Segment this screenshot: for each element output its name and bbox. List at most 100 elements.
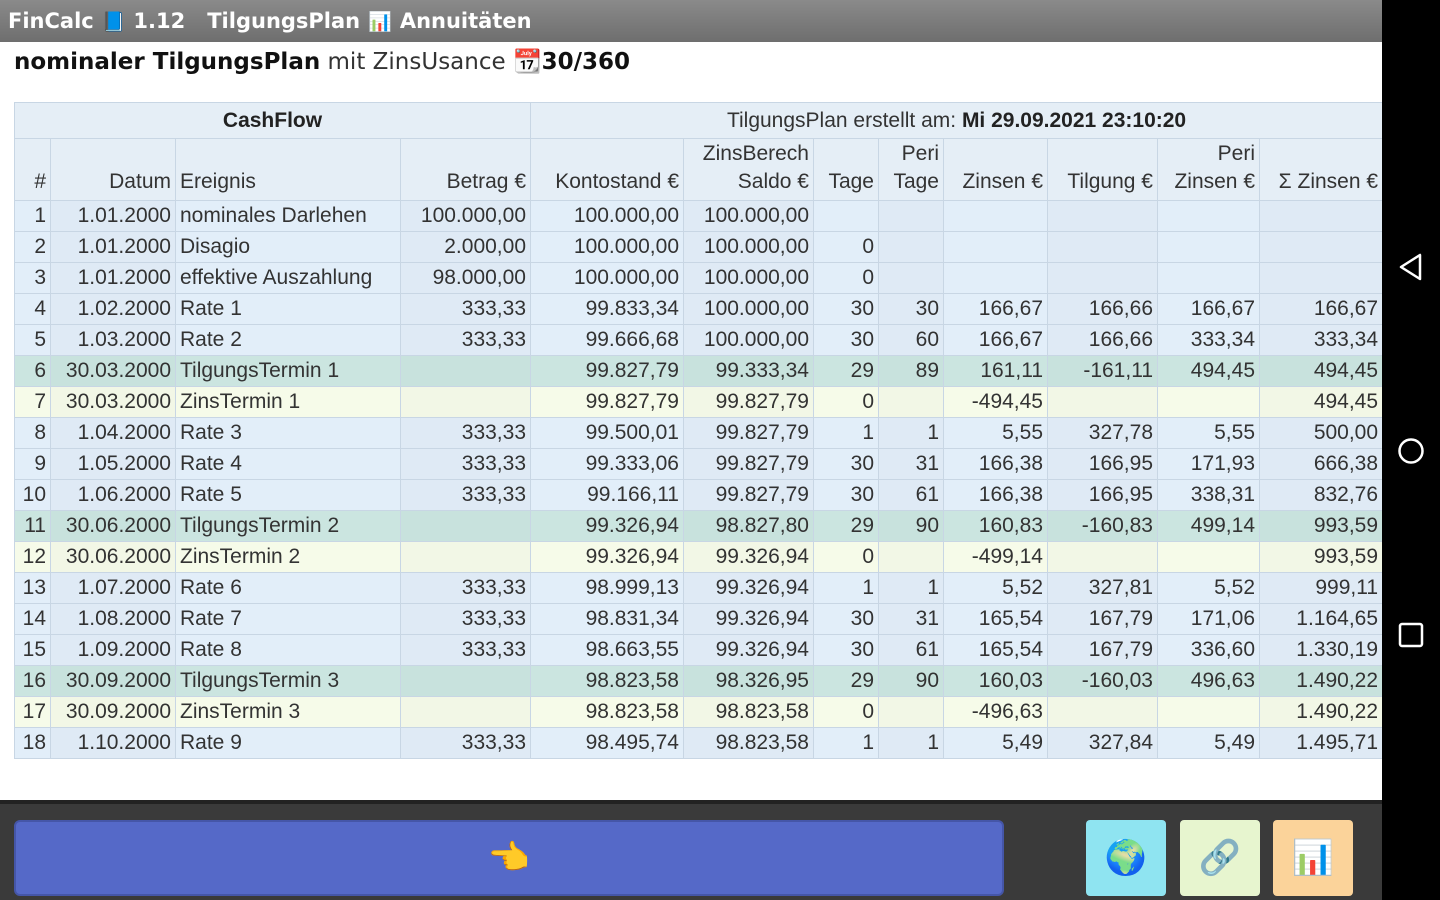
row-date: 30.06.2000	[50, 510, 176, 542]
row-balance: 99.326,94	[530, 510, 684, 542]
table-row[interactable]: 11 30.06.2000 TilgungsTermin 2 99.326,94 98.…	[14, 510, 1382, 542]
row-interest-sum: 1.490,22	[1258, 665, 1382, 697]
row-interest: 165,54	[943, 634, 1048, 666]
table-row[interactable]: 8 1.04.2000 Rate 3 333,33 99.500,01 99.827,79…	[14, 417, 1382, 449]
row-balance: 99.166,11	[530, 479, 684, 511]
row-index: 12	[14, 541, 51, 573]
row-interest-saldo: 100.000,00	[683, 293, 814, 325]
row-balance: 98.823,58	[530, 696, 684, 728]
row-date: 1.07.2000	[50, 572, 176, 604]
table-row[interactable]: 18 1.10.2000 Rate 9 333,33 98.495,74 98.823,5…	[14, 727, 1382, 759]
amortization-table-container[interactable]: CashFlow TilgungsPlan erstellt am: Mi 29…	[14, 102, 1382, 800]
row-interest: 5,55	[943, 417, 1048, 449]
row-period-interest	[1157, 386, 1260, 418]
row-period-days	[878, 696, 944, 728]
table-row[interactable]: 1 1.01.2000 nominales Darlehen 100.000,00 10…	[14, 200, 1382, 232]
col-header-balance: Kontostand €	[530, 138, 684, 201]
home-circle-icon[interactable]	[1396, 436, 1426, 466]
row-period-interest	[1157, 541, 1260, 573]
row-date: 1.10.2000	[50, 727, 176, 759]
row-period-interest	[1157, 262, 1260, 294]
chart-button[interactable]: 📊	[1273, 820, 1353, 896]
row-date: 30.09.2000	[50, 696, 176, 728]
created-group-header: TilgungsPlan erstellt am: Mi 29.09.2021 …	[529, 102, 1382, 139]
row-period-interest	[1157, 200, 1260, 232]
row-interest-sum: 166,67	[1258, 293, 1382, 325]
row-repayment	[1047, 200, 1158, 232]
page-heading: nominaler TilgungsPlan mit ZinsUsance 📆3…	[14, 48, 630, 84]
row-interest	[943, 231, 1048, 263]
row-date: 1.08.2000	[50, 603, 176, 635]
row-index: 3	[14, 262, 51, 294]
table-row[interactable]: 5 1.03.2000 Rate 2 333,33 99.666,68 100.000,0…	[14, 324, 1382, 356]
link-button[interactable]: 🔗	[1180, 820, 1260, 896]
table-row[interactable]: 6 30.03.2000 TilgungsTermin 1 99.827,79 99.3…	[14, 355, 1382, 387]
title-bar: FinCalc 📘 1.12 TilgungsPlan 📊 Annuitäten	[0, 0, 1382, 42]
row-interest-saldo: 100.000,00	[683, 200, 814, 232]
row-repayment	[1047, 262, 1158, 294]
row-amount: 2.000,00	[400, 231, 531, 263]
row-period-days	[878, 200, 944, 232]
row-period-days	[878, 231, 944, 263]
row-event: Disagio	[175, 231, 401, 263]
row-index: 1	[14, 200, 51, 232]
recents-square-icon[interactable]	[1396, 620, 1426, 650]
row-days: 29	[813, 665, 879, 697]
row-days	[813, 200, 879, 232]
col-header-period-interest: Peri Zinsen €	[1157, 138, 1260, 201]
globe-button[interactable]: 🌍	[1086, 820, 1166, 896]
table-row[interactable]: 15 1.09.2000 Rate 8 333,33 98.663,55 99.326,9…	[14, 634, 1382, 666]
row-period-days: 31	[878, 603, 944, 635]
table-row[interactable]: 17 30.09.2000 ZinsTermin 3 98.823,58 98.823,…	[14, 696, 1382, 728]
row-date: 1.01.2000	[50, 231, 176, 263]
back-pointer-button[interactable]: 👈	[14, 820, 1004, 896]
table-row[interactable]: 10 1.06.2000 Rate 5 333,33 99.166,11 99.827,7…	[14, 479, 1382, 511]
pointing-hand-icon: 👈	[487, 838, 531, 878]
row-interest-saldo: 100.000,00	[683, 231, 814, 263]
row-interest-sum: 1.164,65	[1258, 603, 1382, 635]
heading-usance: 30/360	[541, 49, 631, 75]
row-interest-sum: 494,45	[1258, 355, 1382, 387]
heading-bold: nominaler TilgungsPlan	[14, 49, 321, 75]
row-date: 30.03.2000	[50, 386, 176, 418]
col-header-interest: Zinsen €	[943, 138, 1048, 201]
table-row[interactable]: 16 30.09.2000 TilgungsTermin 3 98.823,58 98.…	[14, 665, 1382, 697]
row-event: Rate 9	[175, 727, 401, 759]
row-interest-saldo: 100.000,00	[683, 324, 814, 356]
row-period-days	[878, 541, 944, 573]
table-row[interactable]: 4 1.02.2000 Rate 1 333,33 99.833,34 100.000,0…	[14, 293, 1382, 325]
col-header-repayment: Tilgung €	[1047, 138, 1158, 201]
amortization-table: CashFlow TilgungsPlan erstellt am: Mi 29…	[14, 102, 1382, 759]
table-row[interactable]: 12 30.06.2000 ZinsTermin 2 99.326,94 99.326,…	[14, 541, 1382, 573]
table-row[interactable]: 7 30.03.2000 ZinsTermin 1 99.827,79 99.827,7…	[14, 386, 1382, 418]
mode-title: Annuitäten	[399, 9, 532, 33]
row-repayment: 327,78	[1047, 417, 1158, 449]
table-row[interactable]: 13 1.07.2000 Rate 6 333,33 98.999,13 99.326,9…	[14, 572, 1382, 604]
row-interest: 166,38	[943, 479, 1048, 511]
row-period-days: 30	[878, 293, 944, 325]
table-row[interactable]: 2 1.01.2000 Disagio 2.000,00 100.000,00 100.0…	[14, 231, 1382, 263]
row-period-interest: 499,14	[1157, 510, 1260, 542]
table-row[interactable]: 14 1.08.2000 Rate 7 333,33 98.831,34 99.326,9…	[14, 603, 1382, 635]
row-interest-sum: 1.490,22	[1258, 696, 1382, 728]
col-header-event: Ereignis	[175, 138, 401, 201]
row-balance: 99.333,06	[530, 448, 684, 480]
row-interest-sum: 993,59	[1258, 541, 1382, 573]
table-row[interactable]: 9 1.05.2000 Rate 4 333,33 99.333,06 99.827,79…	[14, 448, 1382, 480]
row-period-interest: 336,60	[1157, 634, 1260, 666]
row-period-interest: 496,63	[1157, 665, 1260, 697]
row-repayment: 166,95	[1047, 479, 1158, 511]
row-period-days: 90	[878, 510, 944, 542]
row-event: Rate 4	[175, 448, 401, 480]
row-repayment: -160,83	[1047, 510, 1158, 542]
row-balance: 100.000,00	[530, 231, 684, 263]
row-index: 4	[14, 293, 51, 325]
row-amount	[400, 541, 531, 573]
row-balance: 99.827,79	[530, 355, 684, 387]
row-period-days: 89	[878, 355, 944, 387]
table-row[interactable]: 3 1.01.2000 effektive Auszahlung 98.000,00 1…	[14, 262, 1382, 294]
row-days: 0	[813, 696, 879, 728]
row-event: Rate 6	[175, 572, 401, 604]
back-triangle-icon[interactable]	[1396, 252, 1426, 282]
row-interest-saldo: 99.326,94	[683, 572, 814, 604]
